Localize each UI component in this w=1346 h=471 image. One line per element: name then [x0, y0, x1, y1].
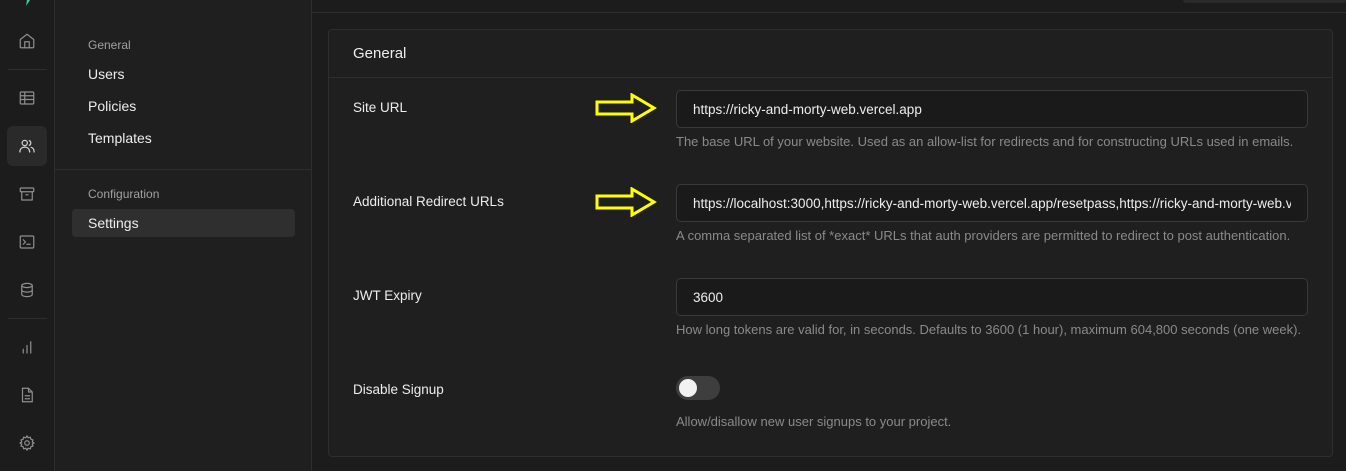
- api-docs-nav-button[interactable]: [7, 375, 47, 415]
- terminal-icon: [19, 235, 35, 249]
- disable-signup-toggle[interactable]: [676, 376, 720, 400]
- menu-item-users[interactable]: Users: [72, 60, 295, 88]
- storage-nav-button[interactable]: [7, 174, 47, 214]
- jwt-expiry-help: How long tokens are valid for, in second…: [676, 322, 1302, 337]
- topbar-divider: [312, 12, 1346, 13]
- menu-item-settings[interactable]: Settings: [72, 209, 295, 237]
- site-url-help: The base URL of your website. Used as an…: [676, 134, 1294, 149]
- jwt-expiry-label: JWT Expiry: [353, 288, 422, 303]
- site-url-input[interactable]: [676, 90, 1308, 128]
- settings-nav-button[interactable]: [7, 423, 47, 463]
- menu-item-templates[interactable]: Templates: [72, 124, 295, 152]
- reports-nav-button[interactable]: [7, 327, 47, 367]
- annotation-arrow-icon: [595, 187, 657, 217]
- auth-side-menu: General Users Policies Templates Configu…: [55, 0, 312, 471]
- topbar-control[interactable]: [1183, 0, 1346, 3]
- redirect-urls-label: Additional Redirect URLs: [353, 194, 504, 209]
- disable-signup-help: Allow/disallow new user signups to your …: [676, 414, 952, 429]
- home-icon: [19, 33, 35, 49]
- document-icon: [21, 387, 33, 403]
- rail-divider: [8, 318, 47, 319]
- disable-signup-label: Disable Signup: [353, 382, 444, 397]
- bar-chart-icon: [22, 341, 32, 354]
- users-icon: [19, 139, 35, 153]
- logo-icon[interactable]: [22, 0, 34, 6]
- archive-icon: [19, 187, 35, 201]
- site-url-label: Site URL: [353, 100, 408, 115]
- home-nav-button[interactable]: [7, 21, 47, 61]
- menu-heading-general: General: [88, 38, 131, 52]
- toggle-knob: [679, 379, 697, 397]
- sql-editor-nav-button[interactable]: [7, 222, 47, 262]
- menu-item-policies[interactable]: Policies: [72, 92, 295, 120]
- general-settings-card: General Site URL The base URL of your we…: [328, 29, 1333, 457]
- gear-icon: [19, 435, 35, 451]
- rail-divider: [8, 69, 47, 70]
- authentication-nav-button[interactable]: [7, 126, 47, 166]
- database-nav-button[interactable]: [7, 270, 47, 310]
- database-icon: [21, 282, 33, 298]
- table-icon: [19, 91, 35, 105]
- table-editor-nav-button[interactable]: [7, 78, 47, 118]
- menu-heading-configuration: Configuration: [88, 187, 160, 201]
- icon-rail: [0, 0, 55, 471]
- section-title: General: [353, 45, 407, 62]
- menu-divider: [55, 169, 311, 170]
- jwt-expiry-input[interactable]: [676, 278, 1308, 316]
- annotation-arrow-icon: [595, 93, 657, 123]
- redirect-urls-input[interactable]: [676, 184, 1308, 222]
- redirect-urls-help: A comma separated list of *exact* URLs t…: [676, 228, 1291, 243]
- card-header: General: [329, 30, 1332, 78]
